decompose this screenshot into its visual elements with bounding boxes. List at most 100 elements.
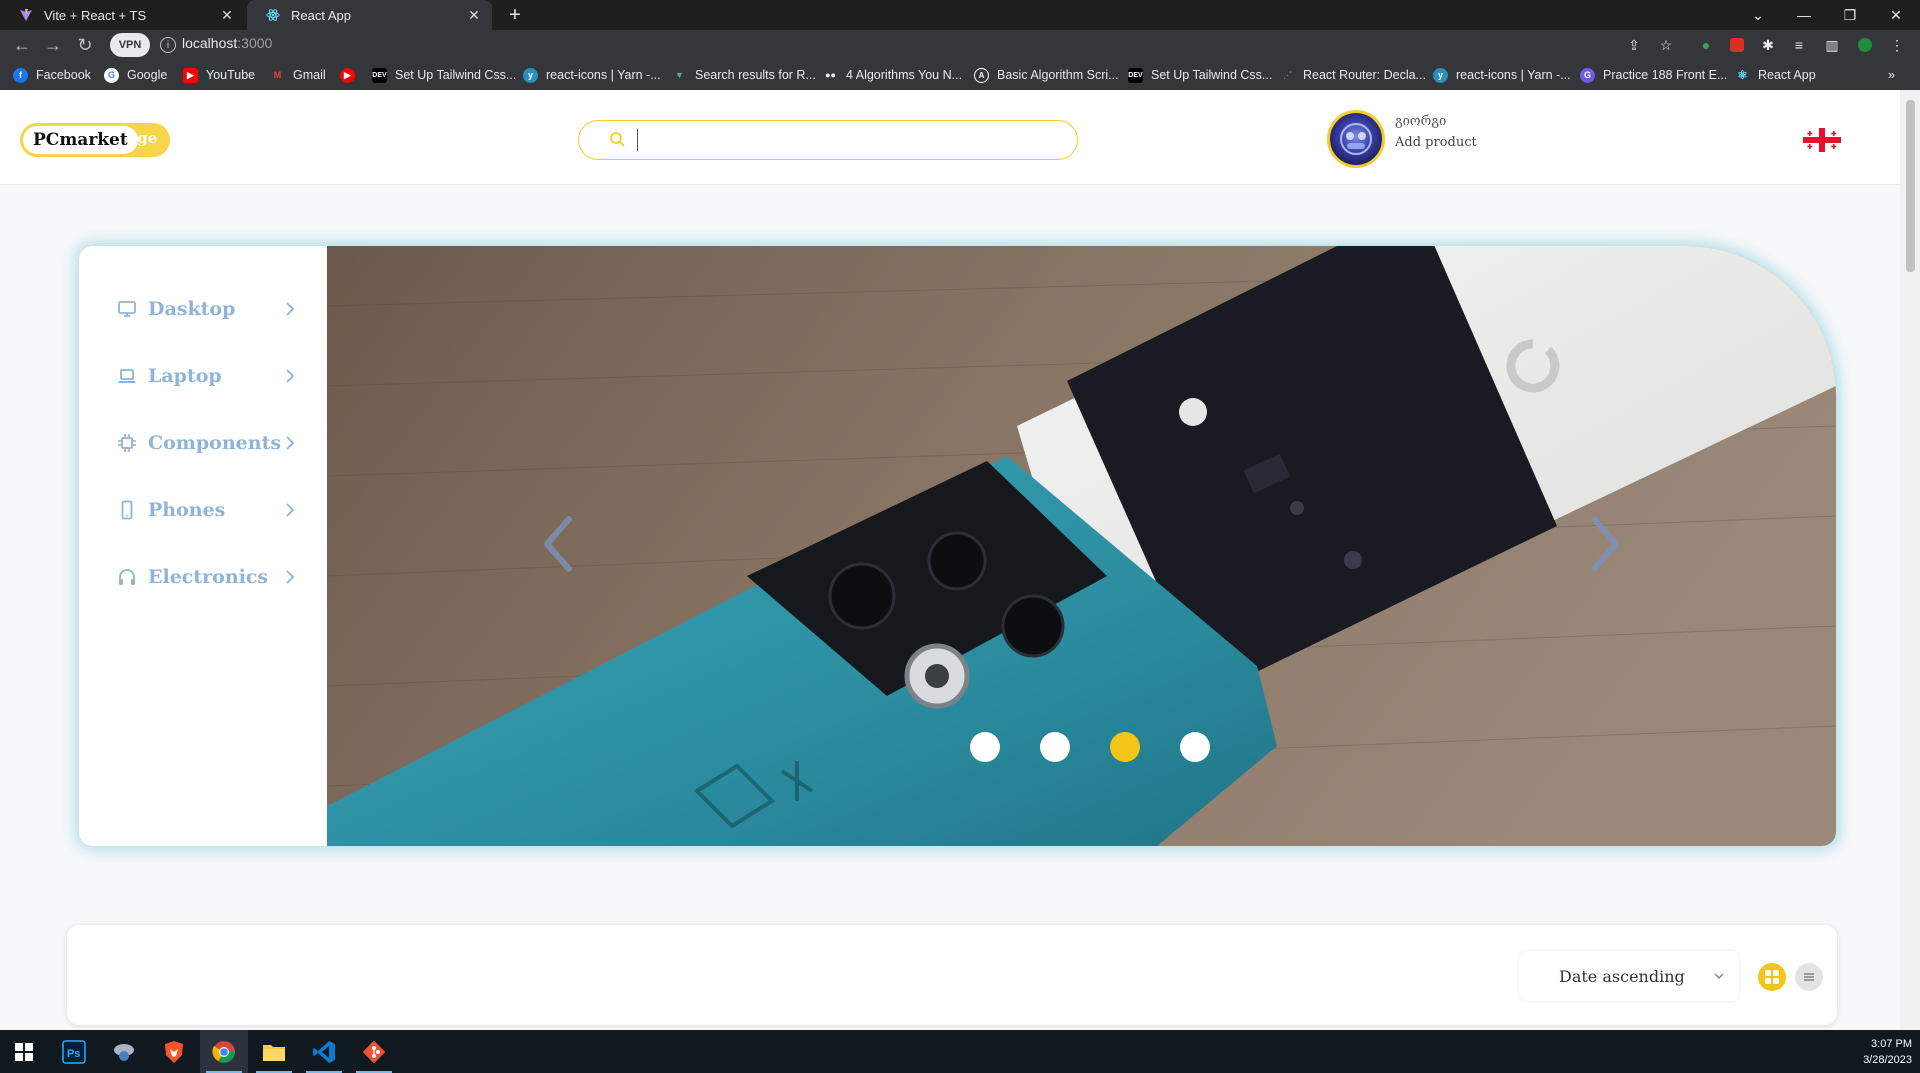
youtube-red-icon: ▶: [340, 67, 355, 83]
bookmark-search-results[interactable]: ▼ Search results for R...: [672, 66, 816, 84]
gmail-icon: M: [273, 70, 282, 80]
avatar-image: [1340, 123, 1372, 155]
category-label: Laptop: [148, 365, 222, 387]
tab-vite[interactable]: Vite + React + TS ✕: [0, 0, 245, 30]
bookmark-star-icon[interactable]: ☆: [1656, 35, 1676, 55]
category-phones[interactable]: Phones: [117, 495, 297, 525]
bookmark-dev-tailwind-2[interactable]: DEV Set Up Tailwind Css...: [1128, 66, 1272, 84]
add-product-link[interactable]: Add product: [1395, 135, 1477, 150]
vscode-icon[interactable]: [300, 1030, 348, 1073]
headphones-icon: [119, 569, 135, 585]
bookmark-yarn-react-icons-2[interactable]: y react-icons | Yarn -...: [1433, 66, 1571, 84]
facebook-icon: f: [13, 67, 28, 83]
svg-text:Ps: Ps: [67, 1048, 80, 1060]
product-filter-bar: Date ascending: [67, 925, 1837, 1025]
system-clock[interactable]: 3:07 PM 3/28/2023: [1863, 1036, 1912, 1068]
site-info-icon[interactable]: i: [160, 37, 176, 53]
avatar[interactable]: [1327, 110, 1385, 168]
share-icon[interactable]: ⇪: [1624, 35, 1644, 55]
carousel-dot[interactable]: [1040, 732, 1070, 762]
close-tab-icon[interactable]: ✕: [466, 7, 482, 24]
bookmark-gmail[interactable]: M Gmail: [270, 66, 326, 84]
extension-lock-icon[interactable]: ●: [1696, 35, 1716, 55]
chevron-right-icon: [286, 436, 295, 450]
grid-icon: [1765, 970, 1779, 984]
carousel-dot-active[interactable]: [1110, 732, 1140, 762]
app-header: PCmarket .ge გიორგი Add product: [0, 90, 1900, 185]
georgia-flag-icon[interactable]: [1803, 128, 1841, 152]
greatfrontend-icon: G: [1580, 67, 1595, 83]
bookmark-dev-tailwind[interactable]: DEV Set Up Tailwind Css...: [372, 66, 516, 84]
chrome-icon[interactable]: [200, 1030, 248, 1073]
list-icon: [1804, 973, 1814, 981]
category-electronics[interactable]: Electronics: [117, 562, 297, 592]
tab-search-icon[interactable]: ⌄: [1735, 0, 1781, 30]
carousel-prev-icon[interactable]: [539, 514, 579, 574]
new-tab-button[interactable]: +: [500, 0, 530, 30]
dev-icon: DEV: [372, 67, 387, 83]
vpn-badge[interactable]: VPN: [110, 33, 150, 57]
app-icon[interactable]: [100, 1030, 148, 1073]
restore-icon[interactable]: ❐: [1827, 0, 1873, 30]
carousel-dot[interactable]: [970, 732, 1000, 762]
bookmark-youtube[interactable]: ▶ YouTube: [183, 66, 255, 84]
browser-tab-strip: Vite + React + TS ✕ React App ✕ + ⌄ — ❐ …: [0, 0, 1920, 30]
git-icon[interactable]: [350, 1030, 398, 1073]
bookmark-react-app[interactable]: ⚛ React App: [1735, 66, 1816, 84]
brave-icon[interactable]: [150, 1030, 198, 1073]
carousel-next-icon[interactable]: [1584, 514, 1624, 574]
address-bar[interactable]: localhost:3000: [182, 35, 272, 51]
logo-main-text: PCmarket: [23, 126, 138, 154]
reading-list-icon[interactable]: ≡: [1789, 35, 1809, 55]
category-sidebar: Dasktop Laptop Components Phones Electro…: [79, 246, 327, 846]
bookmark-yarn-react-icons[interactable]: y react-icons | Yarn -...: [523, 66, 661, 84]
bookmarks-overflow-icon[interactable]: »: [1888, 66, 1895, 84]
extension-green-icon[interactable]: [1855, 35, 1875, 55]
bookmark-youtube-red[interactable]: ▶: [340, 66, 363, 84]
photoshop-icon[interactable]: Ps: [50, 1030, 98, 1073]
phone-icon: [121, 500, 133, 520]
scrollbar-thumb[interactable]: [1906, 100, 1915, 272]
sort-select[interactable]: Date ascending: [1519, 951, 1739, 1001]
grid-view-button[interactable]: [1758, 963, 1786, 991]
tab-title: Vite + React + TS: [44, 7, 147, 23]
yarn-icon: y: [1433, 67, 1448, 83]
bookmark-facebook[interactable]: f Facebook: [13, 66, 91, 84]
category-laptop[interactable]: Laptop: [117, 361, 297, 391]
search-icon: [610, 132, 625, 147]
bookmark-react-router[interactable]: ⋰ React Router: Decla...: [1280, 66, 1426, 84]
bookmark-google[interactable]: G Google: [104, 66, 167, 84]
search-bar: [578, 120, 1078, 160]
bookmark-greatfrontend[interactable]: G Practice 188 Front E...: [1580, 66, 1727, 84]
menu-kebab-icon[interactable]: ⋮: [1887, 35, 1907, 55]
close-tab-icon[interactable]: ✕: [219, 7, 235, 24]
side-panel-icon[interactable]: ▥: [1822, 35, 1842, 55]
search-input[interactable]: [637, 129, 1057, 151]
chevron-down-icon: [1714, 973, 1724, 980]
file-explorer-icon[interactable]: [250, 1030, 298, 1073]
extensions-puzzle-icon[interactable]: ✱: [1758, 35, 1778, 55]
google-icon: G: [104, 67, 119, 83]
desktop-icon: [118, 301, 136, 317]
category-components[interactable]: Components: [117, 428, 297, 458]
logo[interactable]: PCmarket .ge: [20, 123, 170, 157]
youtube-icon: ▶: [183, 67, 198, 83]
vue-icon: ▼: [675, 70, 684, 80]
forward-icon[interactable]: →: [38, 30, 68, 60]
category-desktop[interactable]: Dasktop: [117, 294, 297, 324]
bookmark-medium[interactable]: ●● 4 Algorithms You N...: [823, 66, 962, 84]
windows-start-icon[interactable]: [0, 1030, 48, 1073]
list-view-button[interactable]: [1795, 963, 1823, 991]
username[interactable]: გიორგი: [1395, 114, 1446, 129]
close-window-icon[interactable]: ✕: [1873, 0, 1919, 30]
extension-red-icon[interactable]: [1727, 35, 1747, 55]
bookmark-fcc[interactable]: A Basic Algorithm Scri...: [974, 66, 1119, 84]
hero-section: Dasktop Laptop Components Phones Electro…: [79, 246, 1836, 846]
tab-react-app[interactable]: React App ✕: [247, 0, 492, 30]
reload-icon[interactable]: ↻: [70, 30, 100, 60]
laptop-icon: [118, 369, 136, 383]
minimize-icon[interactable]: —: [1781, 0, 1827, 30]
carousel-dot[interactable]: [1180, 732, 1210, 762]
chevron-right-icon: [286, 302, 295, 316]
back-icon[interactable]: ←: [7, 30, 37, 60]
